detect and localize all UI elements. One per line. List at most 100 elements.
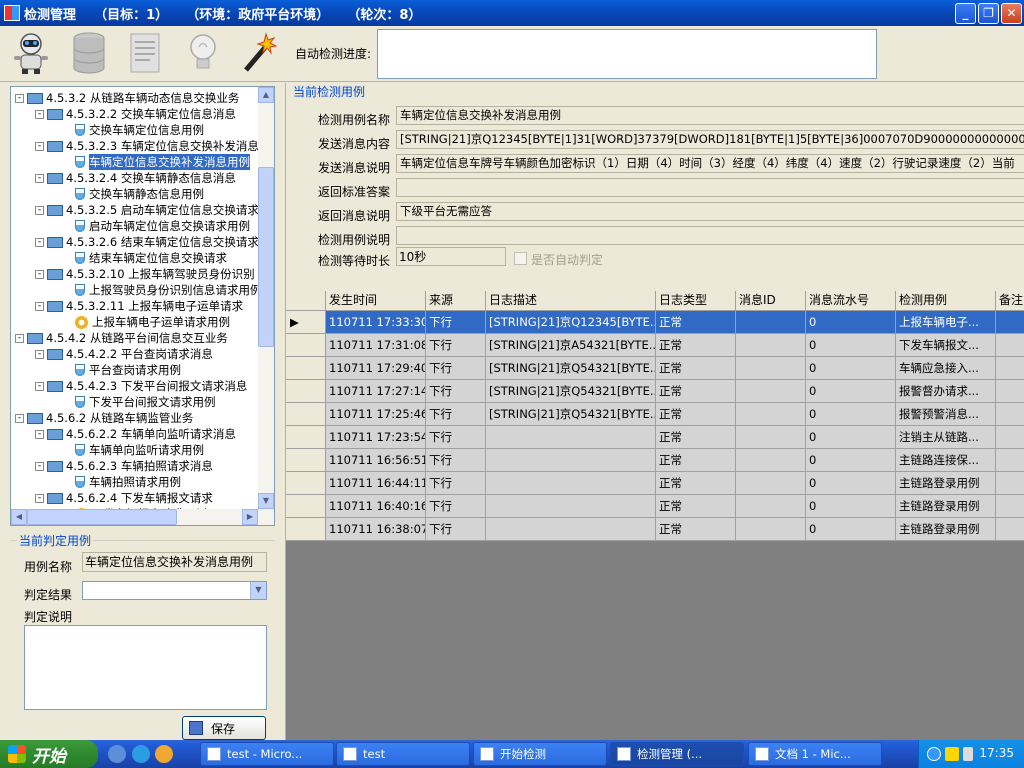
tree-expander-icon[interactable]: - [35,381,44,391]
tree-item[interactable]: - 4.5.3.2 从链路车辆动态信息交换业务 [15,90,239,106]
tree-item[interactable]: 启动车辆定位信息交换请求用例 [75,218,250,234]
tree-expander-icon[interactable]: - [35,461,44,471]
tree-item[interactable]: 车辆定位信息交换补发消息用例 [75,154,250,170]
column-header[interactable]: 消息ID [736,291,806,311]
row-header[interactable] [286,380,326,403]
document-icon[interactable] [122,30,168,76]
minimize-button[interactable]: _ [955,3,976,24]
tree-item[interactable]: - 4.5.3.2.10 上报车辆驾驶员身份识别 [35,266,255,282]
table-row[interactable]: 110711 17:25:46 下行 [STRING|21]京Q54321[BYTE… [286,403,1024,426]
column-header[interactable]: 发生时间 [326,291,426,311]
row-header[interactable] [286,403,326,426]
scroll-down-arrow[interactable]: ▼ [258,493,274,509]
table-row[interactable]: 110711 17:31:08 下行 [STRING|21]京A54321[BYTE… [286,334,1024,357]
tree-item[interactable]: - 4.5.6.2.4 下发车辆报文请求 [35,490,213,506]
internet-explorer-icon[interactable] [132,745,150,763]
table-row[interactable]: ▶ 110711 17:33:30 下行 [STRING|21]京Q12345[BYT… [286,311,1024,334]
table-row[interactable]: 110711 16:38:07 下行 正常 0 主链路登录用例 [286,518,1024,541]
restore-button[interactable]: ❐ [978,3,999,24]
robot-icon[interactable] [8,30,54,76]
tree-item[interactable]: - 4.5.3.2.4 交换车辆静态信息消息 [35,170,236,186]
scroll-left-arrow[interactable]: ◀ [11,509,27,525]
tree-expander-icon[interactable]: - [35,205,44,215]
case-field-value[interactable]: 车辆定位信息交换补发消息用例 [396,106,1024,125]
outlook-express-icon[interactable] [155,745,173,763]
tree-vertical-scrollbar[interactable]: ▲ ▼ [258,87,274,525]
tree-item[interactable]: 车辆拍照请求用例 [75,474,181,490]
column-header[interactable]: 检测用例 [896,291,996,311]
taskbar-button[interactable]: test - Micro... [200,742,334,766]
case-field-value[interactable]: [STRING|21]京Q12345[BYTE|1]31[WORD]37379[… [396,130,1024,149]
tree-item[interactable]: - 4.5.4.2.3 下发平台间报文请求消息 [35,378,247,394]
wait-time-field[interactable]: 10秒 [396,247,506,266]
save-button[interactable]: 保存 [182,716,266,740]
tree-item[interactable]: 平台查岗请求用例 [75,362,181,378]
scroll-up-arrow[interactable]: ▲ [258,87,274,103]
tree-item[interactable]: - 4.5.6.2 从链路车辆监管业务 [15,410,193,426]
judge-desc-textarea[interactable] [24,625,267,710]
tree-item[interactable]: 交换车辆定位信息用例 [75,122,204,138]
tree-expander-icon[interactable]: - [35,269,44,279]
h-scroll-thumb[interactable] [27,509,177,525]
column-header[interactable]: 日志描述 [486,291,656,311]
taskbar-button[interactable]: 检测管理 (... [610,742,744,766]
tree-expander-icon[interactable]: - [35,173,44,183]
case-field-value[interactable]: 下级平台无需应答 [396,202,1024,221]
tree-item[interactable]: - 4.5.3.2.3 车辆定位信息交换补发消息 [35,138,259,154]
row-header[interactable] [286,495,326,518]
row-header[interactable] [286,426,326,449]
column-header[interactable]: 日志类型 [656,291,736,311]
table-row[interactable]: 110711 17:27:14 下行 [STRING|21]京Q54321[BYTE… [286,380,1024,403]
show-desktop-icon[interactable] [108,745,126,763]
tree-item[interactable]: 下发平台间报文请求用例 [75,394,216,410]
volume-icon[interactable] [963,747,973,761]
tree-item[interactable]: - 4.5.4.2.2 平台查岗请求消息 [35,346,213,362]
taskbar-button[interactable]: test [336,742,470,766]
test-case-tree[interactable]: 下发车辆报文请求用例-4.5.6.2.4 下发车辆报文请求车辆拍照请求用例-4.… [10,86,275,526]
column-header[interactable]: 备注 [996,291,1024,311]
case-field-value[interactable]: 车辆定位信息车牌号车辆颜色加密标识（1）日期（4）时间（3）经度（4）纬度（4）… [396,154,1024,173]
tree-expander-icon[interactable]: - [35,141,44,151]
lightbulb-icon[interactable] [180,30,226,76]
tree-item[interactable]: - 4.5.3.2.11 上报车辆电子运单请求 [35,298,243,314]
tree-item[interactable]: 上报车辆电子运单请求用例 [75,314,230,330]
tree-expander-icon[interactable]: - [15,333,24,343]
judge-result-select[interactable]: ▼ [82,581,267,600]
tree-item[interactable]: 交换车辆静态信息用例 [75,186,204,202]
scroll-thumb[interactable] [258,167,274,347]
taskbar-button[interactable]: 文档 1 - Mic... [748,742,882,766]
tree-item[interactable]: 车辆单向监听请求用例 [75,442,204,458]
tree-item[interactable]: - 4.5.3.2.6 结束车辆定位信息交换请求 [35,234,259,250]
case-field-value[interactable] [396,226,1024,245]
tree-item[interactable]: - 4.5.3.2.5 启动车辆定位信息交换请求 [35,202,259,218]
taskbar-button[interactable]: 开始检测 [473,742,607,766]
start-button[interactable]: 开始 [0,740,98,768]
tree-expander-icon[interactable]: - [35,429,44,439]
tree-item[interactable]: - 4.5.6.2.3 车辆拍照请求消息 [35,458,213,474]
log-table[interactable]: 发生时间 来源 日志描述 日志类型 消息ID 消息流水号 检测用例 备注 ▶ 110711 17… [286,291,1024,740]
current-row-arrow-icon[interactable]: ▶ [286,311,326,334]
title-bar[interactable]: 检测管理 （目标：1） （环境：政府平台环境） （轮次：8） _ ❐ ✕ [0,0,1024,26]
tree-expander-icon[interactable]: - [15,93,24,103]
close-button[interactable]: ✕ [1001,3,1022,24]
tree-expander-icon[interactable]: - [35,237,44,247]
case-field-value[interactable] [396,178,1024,197]
network-icon[interactable] [945,747,959,761]
tree-expander-icon[interactable]: - [35,493,44,503]
column-header[interactable]: 消息流水号 [806,291,896,311]
tree-expander-icon[interactable]: - [35,301,44,311]
chevron-down-icon[interactable]: ▼ [250,582,266,599]
judge-case-name-field[interactable]: 车辆定位信息交换补发消息用例 [82,552,267,572]
table-row[interactable]: 110711 17:23:54 下行 正常 0 注销主从链路... [286,426,1024,449]
tree-horizontal-scrollbar[interactable]: ◀ ▶ [11,509,258,525]
row-header[interactable] [286,334,326,357]
column-header[interactable]: 来源 [426,291,486,311]
table-row[interactable]: 110711 17:29:40 下行 [STRING|21]京Q54321[BYTE… [286,357,1024,380]
tree-expander-icon[interactable]: - [35,349,44,359]
table-row[interactable]: 110711 16:44:11 下行 正常 0 主链路登录用例 [286,472,1024,495]
row-header[interactable] [286,357,326,380]
tree-item[interactable]: 结束车辆定位信息交换请求 [75,250,227,266]
tree-item[interactable]: - 4.5.3.2.2 交换车辆定位信息消息 [35,106,236,122]
scroll-right-arrow[interactable]: ▶ [242,509,258,525]
row-header[interactable] [286,518,326,541]
